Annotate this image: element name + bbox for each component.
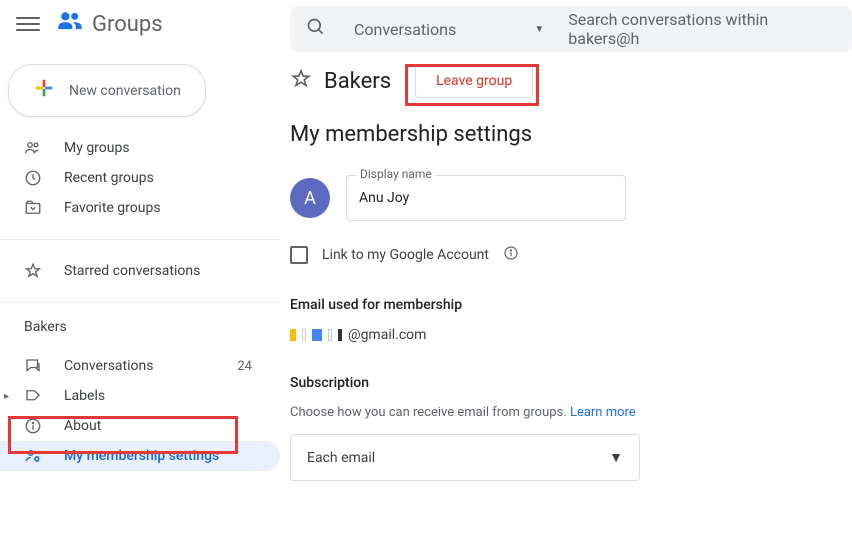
- subscription-dropdown[interactable]: Each email ▼: [290, 434, 640, 481]
- tag-icon: [24, 387, 48, 405]
- expand-caret-icon[interactable]: ▸: [4, 391, 9, 402]
- star-icon: [24, 262, 48, 280]
- link-account-label: Link to my Google Account: [322, 247, 489, 263]
- sidebar-item-about[interactable]: About: [0, 411, 280, 441]
- sidebar-item-favorite-groups[interactable]: Favorite groups: [0, 193, 280, 223]
- conversations-count: 24: [237, 359, 264, 374]
- info-icon[interactable]: [503, 245, 519, 265]
- sidebar-item-recent-groups[interactable]: Recent groups: [0, 163, 280, 193]
- info-icon: [24, 417, 48, 435]
- clock-icon: [24, 169, 48, 187]
- page-title: My membership settings: [290, 122, 852, 147]
- chevron-down-icon: ▼: [534, 24, 544, 35]
- new-conversation-label: New conversation: [69, 83, 181, 99]
- search-input[interactable]: Search conversations within bakers@h: [568, 10, 836, 48]
- email-section-title: Email used for membership: [290, 297, 852, 313]
- star-outline-icon[interactable]: [290, 68, 312, 95]
- bookmark-folder-icon: [24, 199, 48, 217]
- group-section-label: Bakers: [0, 311, 280, 343]
- sidebar-item-starred[interactable]: Starred conversations: [0, 256, 280, 286]
- search-icon: [306, 17, 326, 41]
- sidebar-item-my-groups[interactable]: My groups: [0, 133, 280, 163]
- chevron-down-icon: ▼: [609, 449, 623, 466]
- group-title: Bakers: [324, 69, 391, 94]
- subscription-description: Choose how you can receive email from gr…: [290, 405, 852, 420]
- search-scope-dropdown[interactable]: Conversations: [354, 20, 456, 39]
- new-conversation-button[interactable]: New conversation: [8, 64, 206, 117]
- groups-icon: [56, 7, 84, 41]
- link-account-checkbox[interactable]: [290, 246, 308, 264]
- avatar: A: [290, 178, 330, 218]
- app-name: Groups: [92, 12, 163, 37]
- display-name-input[interactable]: [346, 175, 626, 221]
- plus-icon: [33, 77, 55, 104]
- sidebar-item-labels[interactable]: ▸ Labels: [0, 381, 280, 411]
- display-name-label: Display name: [356, 167, 436, 181]
- person-gear-icon: [24, 447, 48, 465]
- search-bar[interactable]: Conversations ▼ Search conversations wit…: [290, 6, 852, 52]
- membership-email: @gmail.com: [290, 327, 852, 343]
- learn-more-link[interactable]: Learn more: [570, 405, 636, 420]
- leave-group-button[interactable]: Leave group: [415, 64, 533, 98]
- subscription-title: Subscription: [290, 375, 852, 391]
- hamburger-menu[interactable]: [16, 12, 40, 36]
- sidebar-item-conversations[interactable]: Conversations 24: [0, 351, 280, 381]
- subscription-value: Each email: [307, 450, 375, 466]
- app-logo[interactable]: Groups: [56, 7, 163, 41]
- sidebar-item-membership-settings[interactable]: My membership settings: [0, 441, 280, 471]
- chat-icon: [24, 357, 48, 375]
- people-icon: [24, 139, 48, 157]
